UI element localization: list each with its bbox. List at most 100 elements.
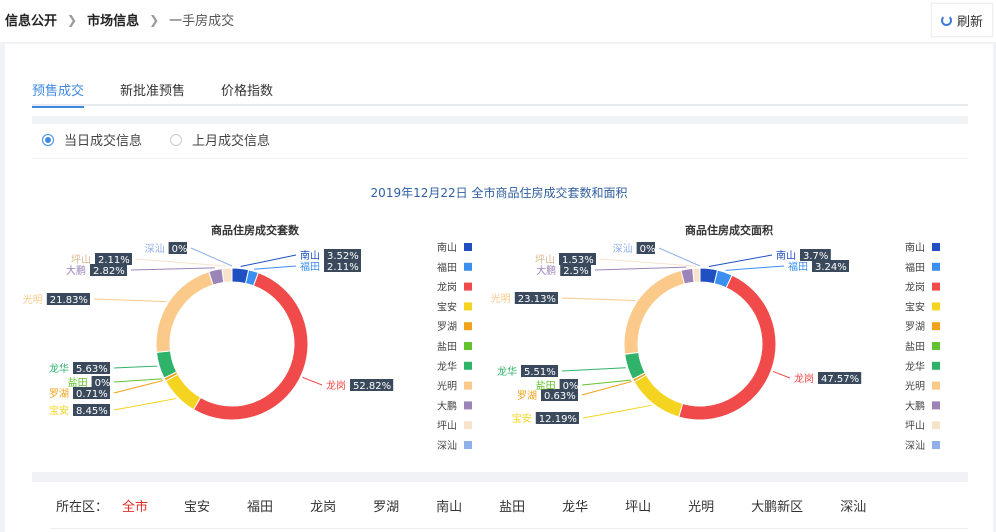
- slice-value-label-baoan: 8.45%: [76, 406, 108, 417]
- slice-name-label-longhua: 龙华: [497, 365, 517, 378]
- legend-swatch-pingshan: [464, 421, 472, 430]
- leader-line-futian: [254, 265, 297, 270]
- legend-label-longhua: 龙华: [905, 360, 925, 373]
- leader-line-guangming: [561, 297, 636, 302]
- legend-label-guangming: 光明: [437, 380, 457, 393]
- leader-line-baoan: [582, 404, 652, 419]
- donut-slice-baoan: [633, 374, 684, 418]
- leader-line-shenshan: [190, 247, 233, 267]
- legend-swatch-futian: [464, 262, 472, 271]
- slice-value-label-futian: 3.24%: [815, 262, 847, 273]
- legend-swatch-guangming: [464, 381, 472, 390]
- slice-name-label-baoan: 宝安: [512, 412, 532, 425]
- chart-title: 商品住房成交套数: [211, 223, 300, 237]
- legend-label-nanshan: 南山: [905, 241, 925, 254]
- leader-line-dapeng: [594, 266, 687, 271]
- chart-title: 商品住房成交面积: [685, 223, 773, 237]
- slice-name-label-longgang: 龙岗: [326, 379, 346, 392]
- legend-label-futian: 福田: [905, 261, 925, 274]
- legend-swatch-luohu: [464, 322, 472, 331]
- slice-value-label-dapeng: 2.82%: [93, 266, 125, 277]
- legend-swatch-longhua: [932, 361, 940, 370]
- slice-value-label-shenshan: 0%: [172, 244, 188, 255]
- legend-swatch-longgang: [932, 282, 940, 291]
- donut-slice-longgang: [192, 272, 309, 421]
- slice-value-label-baoan: 12.19%: [539, 414, 577, 425]
- slice-value-label-longgang: 47.57%: [821, 374, 859, 385]
- legend-label-pingshan: 坪山: [437, 419, 457, 432]
- donut-slice-pingshan: [692, 267, 701, 283]
- leader-line-futian: [725, 265, 785, 271]
- legend-swatch-yantian: [464, 342, 472, 350]
- legend-swatch-dapeng: [932, 401, 940, 410]
- legend-label-longgang: 龙岗: [437, 281, 457, 294]
- donut-slice-baoan: [164, 373, 202, 411]
- legend-label-shenshan: 深汕: [905, 440, 925, 452]
- slice-value-label-pingshan: 1.53%: [562, 255, 594, 266]
- legend-label-dapeng: 大鹏: [905, 399, 925, 412]
- slice-name-label-yantian: 盐田: [68, 376, 88, 389]
- slice-value-label-longhua: 5.63%: [76, 364, 108, 375]
- leader-line-yantian: [113, 378, 163, 383]
- legend-swatch-shenshan: [464, 441, 472, 449]
- leader-line-longgang: [302, 376, 323, 386]
- slice-value-label-guangming: 21.83%: [50, 295, 88, 306]
- leader-line-nanshan: [708, 254, 773, 268]
- donut-slice-guangming: [623, 269, 686, 355]
- legend-swatch-longhua: [464, 361, 472, 370]
- slice-name-label-longhua: 龙华: [49, 362, 69, 375]
- leader-line-nanshan: [240, 254, 297, 267]
- legend-swatch-longgang: [464, 282, 472, 291]
- legend-label-yantian: 盐田: [437, 340, 457, 353]
- legend-label-luohu: 罗湖: [437, 321, 457, 333]
- slice-value-label-longgang: 52.82%: [353, 381, 391, 392]
- donut-slice-pingshan: [221, 267, 233, 284]
- legend-swatch-nanshan: [464, 243, 472, 251]
- slice-name-label-yantian: 盐田: [536, 379, 556, 392]
- legend-label-yantian: 盐田: [905, 340, 925, 353]
- leader-line-baoan: [113, 398, 177, 411]
- legend-label-longhua: 龙华: [437, 360, 457, 373]
- legend-swatch-nanshan: [932, 243, 940, 251]
- leader-line-longgang: [772, 370, 791, 379]
- slice-name-label-luohu: 罗湖: [49, 388, 69, 400]
- legend-swatch-yantian: [932, 342, 940, 350]
- legend-label-dapeng: 大鹏: [437, 399, 457, 412]
- slice-value-label-yantian: 0%: [563, 381, 579, 392]
- slice-name-label-guangming: 光明: [23, 293, 43, 306]
- legend-swatch-guangming: [932, 381, 940, 390]
- legend-swatch-dapeng: [464, 401, 472, 410]
- donut-slice-guangming: [155, 270, 214, 353]
- slice-value-label-dapeng: 2.5%: [563, 266, 588, 277]
- slice-name-label-nanshan: 南山: [776, 249, 796, 262]
- slice-name-label-pingshan: 坪山: [535, 253, 555, 266]
- slice-name-label-futian: 福田: [300, 260, 320, 273]
- slice-value-label-shenshan: 0%: [640, 244, 656, 255]
- legend-label-baoan: 宝安: [437, 300, 457, 313]
- legend-swatch-futian: [932, 262, 940, 271]
- leader-line-luohu: [581, 381, 632, 396]
- legend-label-guangming: 光明: [905, 380, 925, 393]
- leader-line-longhua: [561, 367, 626, 372]
- slice-value-label-pingshan: 2.11%: [98, 255, 130, 266]
- slice-value-label-luohu: 0.63%: [544, 391, 576, 402]
- slice-value-label-yantian: 0%: [95, 378, 111, 389]
- slice-value-label-luohu: 0.71%: [76, 389, 108, 400]
- slice-name-label-shenshan: 深汕: [145, 243, 165, 255]
- slice-name-label-baoan: 宝安: [49, 404, 69, 417]
- legend-label-luohu: 罗湖: [905, 321, 925, 333]
- legend-swatch-baoan: [464, 302, 472, 311]
- slice-name-label-luohu: 罗湖: [517, 390, 537, 402]
- slice-name-label-futian: 福田: [788, 260, 808, 273]
- legend-label-longgang: 龙岗: [905, 281, 925, 294]
- slice-value-label-longhua: 5.51%: [524, 367, 556, 378]
- leader-line-dapeng: [130, 267, 215, 271]
- donut-charts: 商品住房成交套数南山 3.52%福田 2.11%龙岗 52.82%宝安 8.45%罗湖 0…: [23, 223, 940, 452]
- slice-name-label-longgang: 龙岗: [794, 372, 814, 385]
- legend-swatch-baoan: [932, 302, 940, 311]
- legend-label-shenshan: 深汕: [437, 440, 457, 452]
- leader-line-guangming: [93, 298, 167, 303]
- leader-line-luohu: [113, 379, 164, 394]
- legend-label-baoan: 宝安: [905, 300, 925, 313]
- legend-swatch-pingshan: [932, 421, 940, 430]
